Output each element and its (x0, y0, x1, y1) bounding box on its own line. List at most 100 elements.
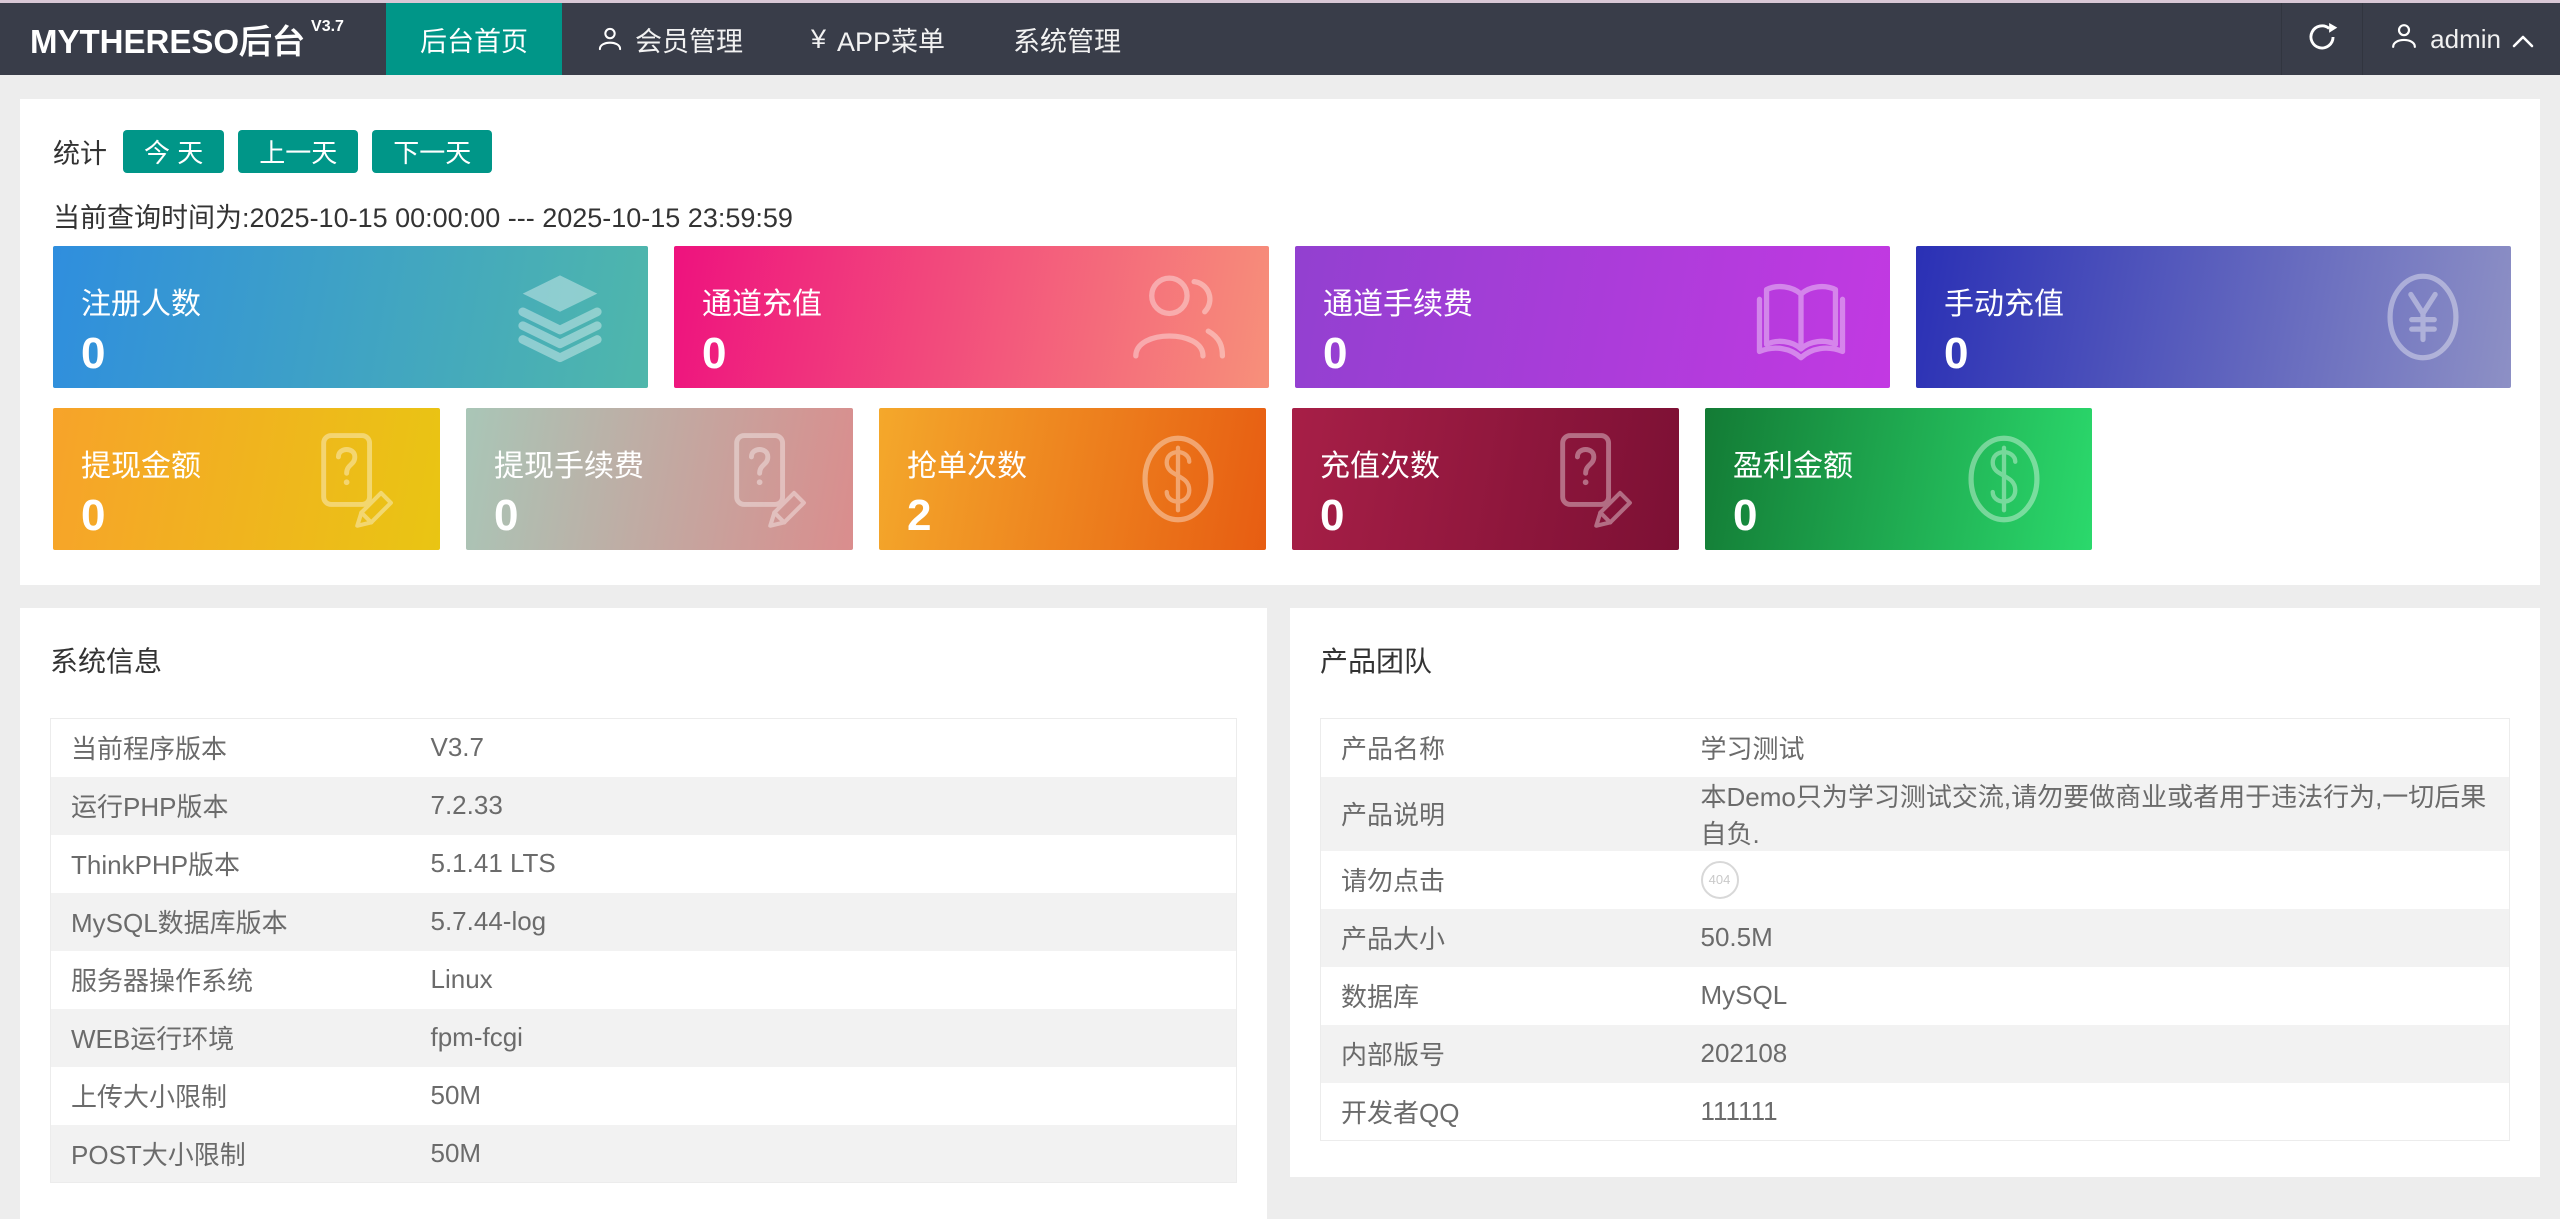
row-value: 202108 (1681, 1025, 2510, 1083)
table-row: POST大小限制50M (51, 1125, 1237, 1183)
refresh-button[interactable] (2281, 3, 2363, 75)
dollar-circle-icon (1952, 424, 2056, 534)
row-label: 服务器操作系统 (51, 951, 411, 1009)
user-icon (2389, 21, 2419, 58)
query-time-text: 当前查询时间为:2025-10-15 00:00:00 --- 2025-10-… (53, 196, 2507, 235)
stats-label: 统计 (53, 132, 107, 171)
stat-card: 手动充值0 (1916, 246, 2511, 388)
stats-panel: 统计 今 天上一天下一天 当前查询时间为:2025-10-15 00:00:00… (20, 99, 2540, 585)
range-button[interactable]: 下一天 (372, 130, 492, 173)
table-row: 产品大小50.5M (1321, 909, 2510, 967)
admin-menu[interactable]: admin (2363, 3, 2560, 75)
table-row: 当前程序版本V3.7 (51, 719, 1237, 777)
refresh-icon (2305, 20, 2339, 59)
row-value: MySQL (1681, 967, 2510, 1025)
main-content: 统计 今 天上一天下一天 当前查询时间为:2025-10-15 00:00:00… (0, 75, 2560, 1219)
table-row: 产品名称学习测试 (1321, 719, 2510, 777)
user-icon (596, 25, 624, 53)
stat-card: 注册人数0 (53, 246, 648, 388)
yen-icon: ¥ (811, 24, 826, 55)
stat-cards-row-2: 提现金额0 提现手续费0 抢单次数2 充值次数0 盈利金额0 (53, 408, 2507, 550)
range-button[interactable]: 今 天 (123, 130, 224, 173)
product-team-title: 产品团队 (1320, 640, 2510, 680)
row-label: 数据库 (1321, 967, 1681, 1025)
layers-icon (508, 265, 612, 369)
nav-menu: 后台首页 会员管理 ¥ APP菜单 系统管理 (386, 3, 1155, 75)
row-value: fpm-fcgi (411, 1009, 1237, 1067)
range-button[interactable]: 上一天 (238, 130, 358, 173)
row-label: 开发者QQ (1321, 1083, 1681, 1141)
row-value: 50.5M (1681, 909, 2510, 967)
row-label: MySQL数据库版本 (51, 893, 411, 951)
system-info-table: 当前程序版本V3.7运行PHP版本7.2.33ThinkPHP版本5.1.41 … (50, 718, 1237, 1183)
table-row: 运行PHP版本7.2.33 (51, 777, 1237, 835)
row-value: 50M (411, 1125, 1237, 1183)
product-team-table: 产品名称学习测试产品说明本Demo只为学习测试交流,请勿要做商业或者用于违法行为… (1320, 718, 2510, 1141)
yen-circle-icon (2371, 262, 2475, 372)
nav-item-会员管理[interactable]: 会员管理 (562, 3, 777, 75)
row-label: 产品大小 (1321, 909, 1681, 967)
doc-question-icon (304, 427, 404, 531)
nav-item-label: 系统管理 (1013, 20, 1121, 59)
chevron-up-icon (2512, 24, 2534, 55)
stat-card: 抢单次数2 (879, 408, 1266, 550)
nav-item-后台首页[interactable]: 后台首页 (386, 3, 562, 75)
row-label: 产品名称 (1321, 719, 1681, 777)
stat-card: 通道充值0 (674, 246, 1269, 388)
row-value: 学习测试 (1681, 719, 2510, 777)
dollar-circle-icon (1126, 424, 1230, 534)
system-info-title: 系统信息 (50, 640, 1237, 680)
doc-question-icon (717, 427, 817, 531)
row-value: 111111 (1681, 1083, 2510, 1141)
row-label: 请勿点击 (1321, 851, 1681, 909)
row-value: 5.7.44-log (411, 893, 1237, 951)
row-label: 当前程序版本 (51, 719, 411, 777)
book-icon (1748, 264, 1854, 370)
row-label: 上传大小限制 (51, 1067, 411, 1125)
bottom-panels: 系统信息 当前程序版本V3.7运行PHP版本7.2.33ThinkPHP版本5.… (20, 608, 2540, 1219)
nav-item-label: APP菜单 (837, 20, 945, 59)
stats-header: 统计 今 天上一天下一天 (53, 130, 2507, 173)
nav-item-系统管理[interactable]: 系统管理 (979, 3, 1155, 75)
table-row: 上传大小限制50M (51, 1067, 1237, 1125)
stat-card: 通道手续费0 (1295, 246, 1890, 388)
row-label: 运行PHP版本 (51, 777, 411, 835)
nav-item-label: 会员管理 (635, 20, 743, 59)
row-value: 5.1.41 LTS (411, 835, 1237, 893)
navbar: MYTHERESO后台 V3.7 后台首页 会员管理 ¥ APP菜单 系统管理 admi… (0, 3, 2560, 75)
stat-card: 盈利金额0 (1705, 408, 2092, 550)
row-value: 50M (411, 1067, 1237, 1125)
table-row: 开发者QQ111111 (1321, 1083, 2510, 1141)
table-row: 请勿点击 404 (1321, 851, 2510, 909)
stat-card: 提现手续费0 (466, 408, 853, 550)
system-info-panel: 系统信息 当前程序版本V3.7运行PHP版本7.2.33ThinkPHP版本5.… (20, 608, 1267, 1219)
nav-spacer (1155, 3, 2281, 75)
row-value: 404 (1681, 851, 2510, 909)
range-button-group: 今 天上一天下一天 (123, 130, 492, 173)
table-row: 内部版号202108 (1321, 1025, 2510, 1083)
row-label: WEB运行环境 (51, 1009, 411, 1067)
users-icon (1127, 264, 1233, 370)
app-logo-text: MYTHERESO后台 (30, 15, 305, 63)
table-row: 服务器操作系统Linux (51, 951, 1237, 1009)
row-label: 产品说明 (1321, 777, 1681, 851)
nav-item-label: 后台首页 (420, 20, 528, 59)
row-value: 7.2.33 (411, 777, 1237, 835)
app-version: V3.7 (311, 18, 344, 36)
nav-item-APP菜单[interactable]: ¥ APP菜单 (777, 3, 979, 75)
row-label: ThinkPHP版本 (51, 835, 411, 893)
doc-question-icon (1543, 427, 1643, 531)
stat-card: 充值次数0 (1292, 408, 1679, 550)
row-label: 内部版号 (1321, 1025, 1681, 1083)
table-row: 数据库MySQL (1321, 967, 2510, 1025)
row-value: Linux (411, 951, 1237, 1009)
product-team-panel: 产品团队 产品名称学习测试产品说明本Demo只为学习测试交流,请勿要做商业或者用… (1290, 608, 2540, 1177)
row-value: 本Demo只为学习测试交流,请勿要做商业或者用于违法行为,一切后果自负. (1681, 777, 2510, 851)
admin-username: admin (2430, 24, 2501, 55)
stat-cards-row-1: 注册人数0 通道充值0 通道手续费0 手动充值0 (53, 246, 2507, 388)
row-label: POST大小限制 (51, 1125, 411, 1183)
broken-image-404-badge[interactable]: 404 (1701, 861, 1739, 899)
app-logo: MYTHERESO后台 V3.7 (0, 3, 386, 75)
table-row: WEB运行环境fpm-fcgi (51, 1009, 1237, 1067)
stat-card: 提现金额0 (53, 408, 440, 550)
